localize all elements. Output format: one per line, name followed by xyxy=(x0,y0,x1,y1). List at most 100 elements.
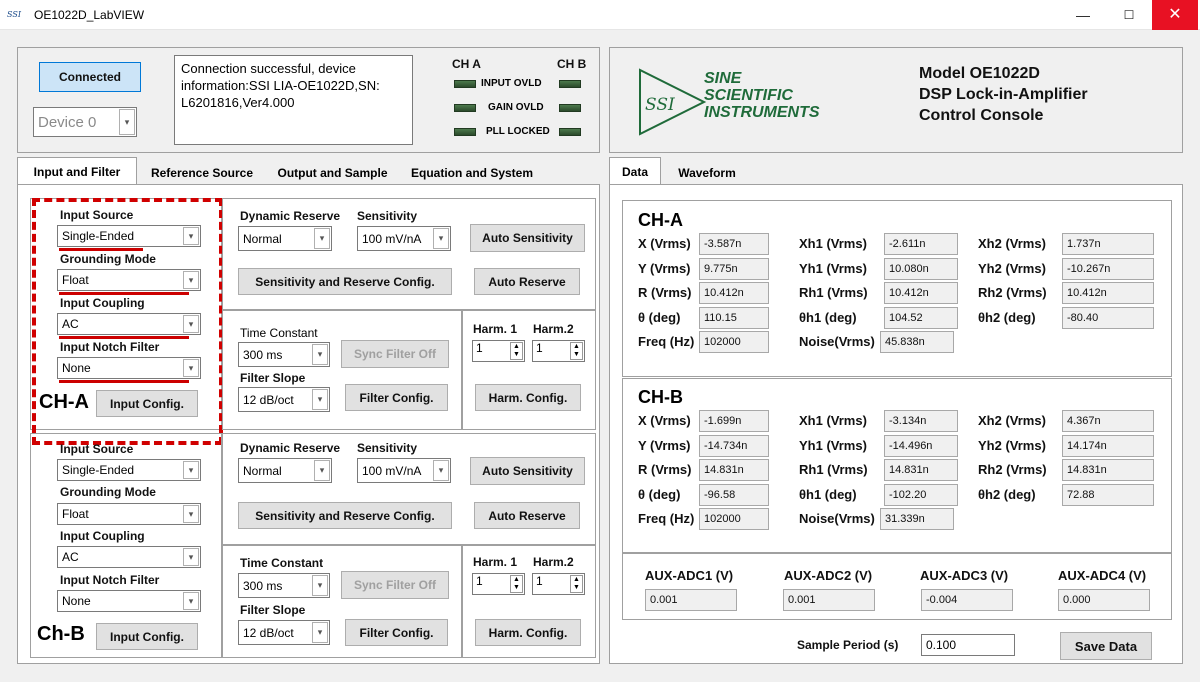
chevron-down-icon: ▾ xyxy=(183,315,199,333)
save-data-button[interactable]: Save Data xyxy=(1060,632,1152,660)
highlight-underline xyxy=(59,380,189,383)
input-coupling-label: Input Coupling xyxy=(60,296,145,310)
chb-grounding-select[interactable]: Float ▾ xyxy=(57,503,201,525)
aux-value: 0.000 xyxy=(1058,589,1150,611)
select-value: Normal xyxy=(243,463,282,478)
cha-dyn-reserve-select[interactable]: Normal ▾ xyxy=(238,226,332,251)
data-label: Noise(Vrms) xyxy=(799,334,875,349)
data-value: -96.58 xyxy=(699,483,769,506)
cha-harm-config-button[interactable]: Harm. Config. xyxy=(475,384,581,411)
data-value: -14.496n xyxy=(884,434,958,457)
close-button[interactable]: ✕ xyxy=(1152,0,1198,30)
cha-label: CH-A xyxy=(39,391,89,413)
tab-data[interactable]: Data xyxy=(609,157,661,185)
chb-sync-filter-button[interactable]: Sync Filter Off xyxy=(341,571,449,599)
model-line: Control Console xyxy=(919,107,1044,124)
cha-auto-sensitivity-button[interactable]: Auto Sensitivity xyxy=(470,224,585,252)
input-ovld-a-led xyxy=(454,80,476,88)
title-bar: SSI OE1022D_LabVIEW — ☐ ✕ xyxy=(0,0,1200,30)
minimize-button[interactable]: — xyxy=(1060,0,1106,30)
maximize-button[interactable]: ☐ xyxy=(1106,0,1152,30)
chb-harm2-stepper[interactable]: 1 ▲ ▼ xyxy=(532,573,585,595)
stepper-arrows-icon[interactable]: ▲ ▼ xyxy=(570,575,583,593)
cha-sensitivity-select[interactable]: 100 mV/nA ▾ xyxy=(357,226,451,251)
input-notch-label: Input Notch Filter xyxy=(60,340,160,354)
data-label: θh1 (deg) xyxy=(799,309,857,325)
chb-time-constant-select[interactable]: 300 ms ▾ xyxy=(238,573,330,598)
dyn-reserve-label: Dynamic Reserve xyxy=(240,209,341,223)
sample-period-input[interactable]: 0.100 xyxy=(921,634,1015,656)
cha-sens-config-button[interactable]: Sensitivity and Reserve Config. xyxy=(238,268,452,295)
data-value: 110.15 xyxy=(699,306,769,329)
highlight-underline xyxy=(59,248,143,251)
connect-button[interactable]: Connected xyxy=(39,62,141,92)
data-label: Yh2 (Vrms) xyxy=(978,437,1046,453)
cha-filter-config-button[interactable]: Filter Config. xyxy=(345,384,448,411)
data-label: Y (Vrms) xyxy=(638,260,691,276)
data-value: -3.134n xyxy=(884,410,958,432)
chb-auto-sensitivity-button[interactable]: Auto Sensitivity xyxy=(470,457,585,485)
stepper-arrows-icon[interactable]: ▲ ▼ xyxy=(510,342,523,360)
tab-reference-source[interactable]: Reference Source xyxy=(140,160,264,185)
data-label: Rh1 (Vrms) xyxy=(799,285,868,300)
select-value: 300 ms xyxy=(243,578,283,593)
chb-input-config-button[interactable]: Input Config. xyxy=(96,623,198,650)
chb-harm1-stepper[interactable]: 1 ▲ ▼ xyxy=(472,573,525,595)
harm2-label: Harm.2 xyxy=(533,322,574,336)
chb-dyn-reserve-select[interactable]: Normal ▾ xyxy=(238,458,332,483)
chb-coupling-select[interactable]: AC ▾ xyxy=(57,546,201,568)
harm1-label: Harm. 1 xyxy=(473,322,518,336)
time-constant-label: Time Constant xyxy=(240,556,324,570)
chb-sensitivity-select[interactable]: 100 mV/nA ▾ xyxy=(357,458,451,483)
device-select[interactable]: Device 0 ▾ xyxy=(33,107,137,137)
stepper-value: 1 xyxy=(476,341,483,355)
tab-waveform[interactable]: Waveform xyxy=(664,160,750,185)
stepper-arrows-icon[interactable]: ▲ ▼ xyxy=(510,575,523,593)
data-value: 10.412n xyxy=(699,282,769,304)
data-label: Freq (Hz) xyxy=(638,511,695,526)
cha-grounding-select[interactable]: Float ▾ xyxy=(57,269,201,291)
aux-label: AUX-ADC1 (V) xyxy=(645,568,734,583)
cha-notch-select[interactable]: None ▾ xyxy=(57,357,201,379)
cha-harm2-stepper[interactable]: 1 ▲ ▼ xyxy=(532,340,585,362)
data-label: Xh2 (Vrms) xyxy=(978,413,1046,428)
chb-notch-select[interactable]: None ▾ xyxy=(57,590,201,612)
cha-slope-select[interactable]: 12 dB/oct ▾ xyxy=(238,387,330,412)
cha-time-constant-select[interactable]: 300 ms ▾ xyxy=(238,342,330,367)
stepper-arrows-icon[interactable]: ▲ ▼ xyxy=(570,342,583,360)
gain-ovld-a-led xyxy=(454,104,476,112)
chb-harm-config-button[interactable]: Harm. Config. xyxy=(475,619,581,646)
aux-label: AUX-ADC2 (V) xyxy=(784,568,873,583)
model-title: Model OE1022D DSP Lock-in-Amplifier Cont… xyxy=(919,63,1088,126)
cha-input-config-button[interactable]: Input Config. xyxy=(96,390,198,417)
chevron-down-icon: ▾ xyxy=(314,228,330,249)
data-value: 10.412n xyxy=(884,282,958,304)
tab-output-and-sample[interactable]: Output and Sample xyxy=(266,160,399,185)
cha-harm1-stepper[interactable]: 1 ▲ ▼ xyxy=(472,340,525,362)
chb-filter-config-button[interactable]: Filter Config. xyxy=(345,619,448,646)
chb-auto-reserve-button[interactable]: Auto Reserve xyxy=(474,502,580,529)
data-value: -10.267n xyxy=(1062,257,1154,280)
tab-input-and-filter[interactable]: Input and Filter xyxy=(17,157,137,185)
select-value: Float xyxy=(62,507,89,521)
cha-input-source-select[interactable]: Single-Ended ▾ xyxy=(57,225,201,247)
pll-locked-b-led xyxy=(559,128,581,136)
chb-sens-config-button[interactable]: Sensitivity and Reserve Config. xyxy=(238,502,452,529)
tab-equation-and-system[interactable]: Equation and System xyxy=(402,160,542,185)
data-label: Rh1 (Vrms) xyxy=(799,462,868,477)
cha-sync-filter-button[interactable]: Sync Filter Off xyxy=(341,340,449,368)
data-value: -80.40 xyxy=(1062,306,1154,329)
data-value: -14.734n xyxy=(699,434,769,457)
brand-line: INSTRUMENTS xyxy=(704,104,820,121)
chb-input-source-select[interactable]: Single-Ended ▾ xyxy=(57,459,201,481)
dyn-reserve-label: Dynamic Reserve xyxy=(240,441,341,455)
cha-auto-reserve-button[interactable]: Auto Reserve xyxy=(474,268,580,295)
cha-coupling-select[interactable]: AC ▾ xyxy=(57,313,201,335)
chb-slope-select[interactable]: 12 dB/oct ▾ xyxy=(238,620,330,645)
brand-line: SINE xyxy=(704,70,742,87)
chevron-down-icon: ▾ xyxy=(183,227,199,245)
data-label: Yh1 (Vrms) xyxy=(799,437,867,453)
select-value: None xyxy=(62,361,91,375)
data-value: 31.339n xyxy=(880,508,954,530)
data-value: 10.412n xyxy=(1062,282,1154,304)
